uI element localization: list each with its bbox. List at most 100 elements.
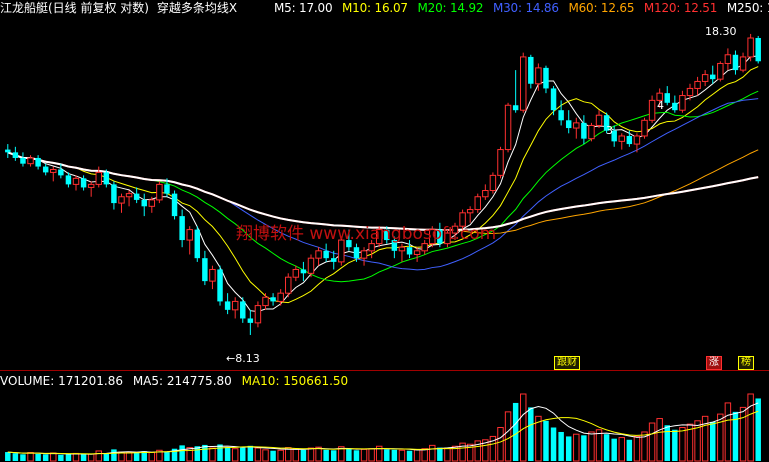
candle[interactable] [111, 181, 117, 210]
candle[interactable] [679, 90, 686, 113]
volume-bar[interactable] [391, 449, 398, 461]
volume-bar[interactable] [550, 427, 557, 462]
volume-bar[interactable] [95, 450, 102, 462]
volume-bar[interactable] [292, 448, 300, 462]
candle[interactable] [202, 250, 208, 286]
candle[interactable] [618, 133, 625, 150]
candle[interactable] [413, 247, 421, 262]
price-panel[interactable] [0, 0, 769, 372]
candle[interactable] [247, 309, 254, 335]
candle[interactable] [171, 190, 178, 220]
candle[interactable] [686, 83, 694, 101]
candle[interactable] [717, 61, 724, 82]
volume-bar[interactable] [755, 398, 761, 461]
candle[interactable] [262, 293, 269, 310]
volume-bar[interactable] [398, 449, 406, 462]
volume-bar[interactable] [384, 449, 390, 461]
volume-bar[interactable] [595, 429, 603, 462]
volume-bar[interactable] [710, 421, 716, 461]
volume-bar[interactable] [543, 420, 549, 461]
volume-bar[interactable] [512, 402, 519, 461]
volume-bar[interactable] [148, 451, 156, 462]
candle[interactable] [543, 65, 549, 94]
volume-bar[interactable] [724, 402, 732, 462]
volume-bar[interactable] [307, 447, 315, 462]
candle[interactable] [360, 247, 368, 266]
candle[interactable] [80, 175, 87, 191]
candle[interactable] [12, 146, 19, 161]
limit-up-badge[interactable]: 涨 [706, 356, 722, 370]
candle[interactable] [581, 115, 587, 145]
candle[interactable] [315, 247, 322, 266]
candle[interactable] [240, 297, 246, 323]
candle[interactable] [648, 95, 656, 123]
candle[interactable] [20, 152, 26, 167]
candle[interactable] [141, 193, 147, 217]
volume-bar[interactable] [125, 452, 133, 462]
volume-bar[interactable] [277, 449, 284, 462]
volume-bar[interactable] [573, 433, 580, 462]
candle[interactable] [133, 187, 140, 204]
candle[interactable] [156, 181, 163, 204]
candle[interactable] [694, 76, 701, 96]
volume-bar[interactable] [217, 444, 223, 461]
candle[interactable] [50, 166, 57, 182]
volume-bar[interactable] [406, 450, 413, 461]
volume-bar[interactable] [58, 454, 64, 461]
candle[interactable] [664, 86, 670, 106]
volume-bar[interactable] [270, 450, 276, 461]
candle[interactable] [595, 110, 603, 129]
candle[interactable] [254, 301, 262, 328]
volume-bar[interactable] [262, 449, 269, 462]
volume-bar[interactable] [633, 435, 641, 462]
candle[interactable] [292, 265, 300, 282]
volume-bar[interactable] [87, 453, 95, 462]
candle[interactable] [42, 163, 49, 176]
candle[interactable] [5, 144, 11, 158]
volume-bar[interactable] [739, 406, 747, 462]
volume-bar[interactable] [254, 447, 262, 462]
volume-bar[interactable] [186, 447, 193, 462]
volume-bar[interactable] [50, 452, 57, 462]
candle[interactable] [72, 175, 80, 191]
candle[interactable] [231, 297, 239, 319]
volume-bar[interactable] [72, 452, 80, 462]
candle[interactable] [179, 209, 185, 248]
volume-bar[interactable] [588, 431, 595, 462]
volume-bar[interactable] [111, 449, 117, 461]
volume-bar[interactable] [27, 452, 34, 462]
candle[interactable] [224, 293, 231, 315]
candle[interactable] [27, 155, 34, 167]
volume-bar[interactable] [618, 437, 625, 462]
candle[interactable] [626, 130, 633, 147]
candle[interactable] [573, 117, 580, 139]
volume-bar[interactable] [611, 438, 617, 461]
volume-bar[interactable] [679, 427, 686, 462]
volume-bar[interactable] [224, 447, 231, 461]
candle[interactable] [209, 265, 216, 290]
volume-bar[interactable] [103, 453, 110, 461]
volume-bar[interactable] [603, 434, 610, 461]
volume-bar[interactable] [581, 435, 587, 461]
volume-bar[interactable] [648, 422, 656, 462]
candle[interactable] [474, 193, 481, 213]
volume-bar[interactable] [315, 446, 322, 462]
candle[interactable] [755, 35, 761, 64]
volume-bar[interactable] [656, 418, 663, 462]
volume-bar[interactable] [413, 449, 421, 462]
candle[interactable] [732, 50, 739, 75]
volume-bar[interactable] [672, 429, 678, 461]
volume-bar[interactable] [747, 393, 754, 462]
candle[interactable] [489, 172, 497, 194]
ranking-badge[interactable]: 榜 [738, 356, 754, 370]
volume-bar[interactable] [12, 453, 19, 461]
volume-bar[interactable] [346, 448, 352, 461]
volume-panel[interactable] [0, 392, 769, 462]
candle[interactable] [672, 95, 678, 113]
volume-bar[interactable] [360, 448, 368, 462]
volume-bar[interactable] [20, 454, 26, 461]
candle[interactable] [512, 70, 519, 113]
candle[interactable] [300, 261, 307, 282]
volume-bar[interactable] [444, 447, 451, 462]
candle[interactable] [588, 122, 595, 142]
